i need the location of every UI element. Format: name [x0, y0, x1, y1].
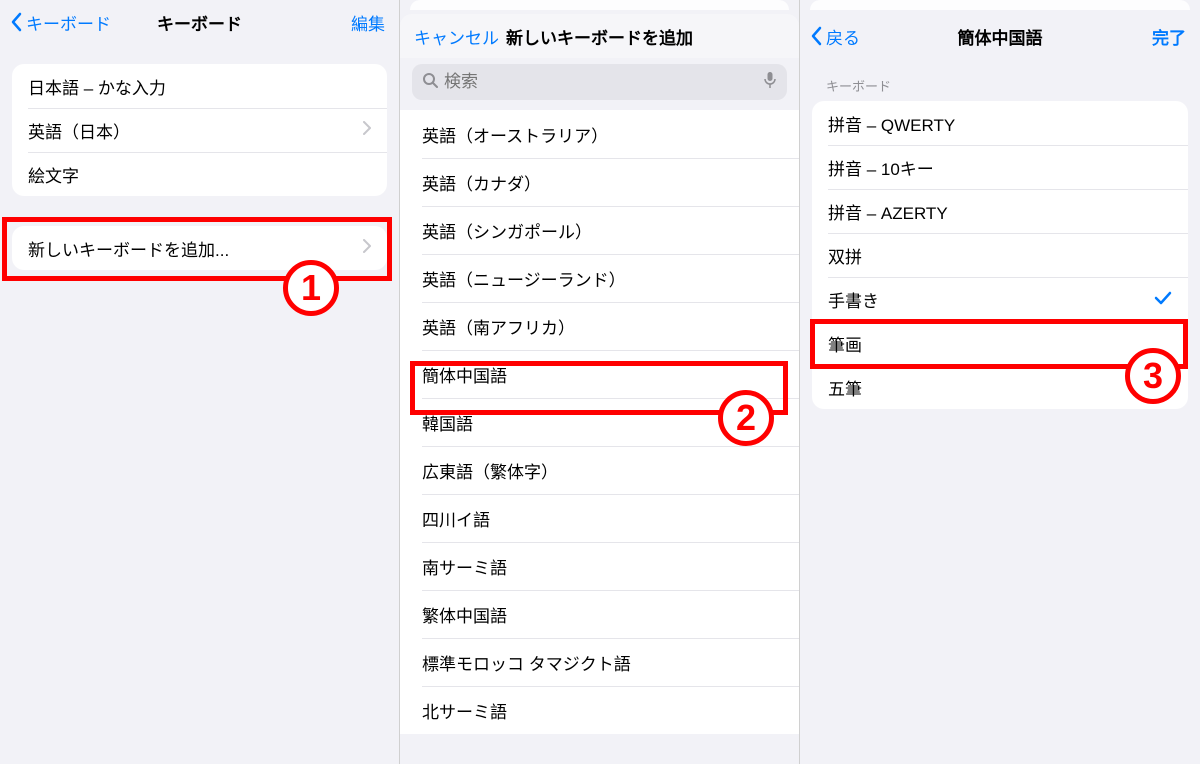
row-label: 絵文字 — [28, 162, 79, 187]
back-label: キーボード — [26, 10, 111, 35]
pane-chinese-options: 戻る 簡体中国語 完了 キーボード 拼音 – QWERTY 拼音 – 10キー … — [800, 0, 1200, 764]
lang-row[interactable]: 南サーミ語 — [400, 542, 799, 590]
row-label: 双拼 — [828, 243, 862, 268]
lang-row[interactable]: 英語（カナダ） — [400, 158, 799, 206]
chevron-right-icon — [363, 120, 371, 140]
modal-title: 新しいキーボードを追加 — [506, 24, 693, 49]
chevron-left-icon — [10, 12, 22, 32]
lang-row-simplified-chinese[interactable]: 簡体中国語 — [400, 350, 799, 398]
lang-row[interactable]: 英語（シンガポール） — [400, 206, 799, 254]
cancel-button[interactable]: キャンセル — [414, 24, 499, 49]
search-input[interactable] — [444, 72, 763, 92]
input-row-handwriting[interactable]: 手書き — [812, 277, 1188, 321]
row-label: 日本語 – かな入力 — [28, 74, 166, 99]
pane-keyboards: キーボード キーボード 編集 日本語 – かな入力 英語（日本） 絵文字 新しい… — [0, 0, 400, 764]
input-row-wubi[interactable]: 五筆 — [812, 365, 1188, 409]
nav-title: 簡体中国語 — [958, 24, 1043, 49]
nav-bar: キーボード キーボード 編集 — [0, 0, 399, 44]
lang-row[interactable]: 韓国語 — [400, 398, 799, 446]
checkmark-icon — [1154, 289, 1172, 310]
back-button[interactable]: 戻る — [810, 24, 860, 49]
row-label: 韓国語 — [422, 410, 473, 435]
chevron-left-icon — [810, 26, 822, 46]
nav-title: キーボード — [157, 10, 242, 35]
annotation-number-label: 1 — [301, 267, 321, 309]
add-keyboard-group: 新しいキーボードを追加... — [12, 226, 387, 270]
language-list: 英語（オーストラリア） 英語（カナダ） 英語（シンガポール） 英語（ニュージーラ… — [400, 110, 799, 734]
done-button[interactable]: 完了 — [1152, 24, 1186, 49]
row-label: 筆画 — [828, 331, 862, 356]
search-field[interactable] — [412, 64, 787, 100]
input-row-shuangpin[interactable]: 双拼 — [812, 233, 1188, 277]
row-label: 五筆 — [828, 375, 862, 400]
row-label: 英語（オーストラリア） — [422, 122, 608, 147]
row-label: 拼音 – AZERTY — [828, 199, 948, 224]
card-background-hint — [410, 0, 789, 10]
lang-row[interactable]: 四川イ語 — [400, 494, 799, 542]
row-label: 拼音 – 10キー — [828, 155, 934, 180]
modal-nav: キャンセル 新しいキーボードを追加 — [400, 14, 799, 58]
lang-row[interactable]: 英語（南アフリカ） — [400, 302, 799, 350]
keyboard-list: 日本語 – かな入力 英語（日本） 絵文字 — [12, 64, 387, 196]
lang-row[interactable]: 繁体中国語 — [400, 590, 799, 638]
row-label: 英語（カナダ） — [422, 170, 541, 195]
add-keyboard-row[interactable]: 新しいキーボードを追加... — [12, 226, 387, 270]
back-button[interactable]: キーボード — [10, 10, 111, 35]
pane-add-keyboard: キャンセル 新しいキーボードを追加 英語（オーストラリア） 英語（カナダ） 英語… — [400, 0, 800, 764]
nav-bar: 戻る 簡体中国語 完了 — [800, 14, 1200, 58]
row-label: 四川イ語 — [422, 506, 490, 531]
row-label: 繁体中国語 — [422, 602, 507, 627]
chevron-right-icon — [363, 238, 371, 258]
row-label: 手書き — [828, 287, 879, 312]
input-row-pinyin-qwerty[interactable]: 拼音 – QWERTY — [812, 101, 1188, 145]
lang-row[interactable]: 標準モロッコ タマジクト語 — [400, 638, 799, 686]
row-label: 南サーミ語 — [422, 554, 507, 579]
input-row-pinyin-10key[interactable]: 拼音 – 10キー — [812, 145, 1188, 189]
row-label: 広東語（繁体字） — [422, 458, 558, 483]
keyboard-row-jp-kana[interactable]: 日本語 – かな入力 — [12, 64, 387, 108]
search-icon — [422, 72, 438, 93]
row-label: 英語（日本） — [28, 118, 130, 143]
lang-row[interactable]: 広東語（繁体字） — [400, 446, 799, 494]
row-label: 拼音 – QWERTY — [828, 111, 955, 136]
row-label: 英語（シンガポール） — [422, 218, 592, 243]
keyboard-row-emoji[interactable]: 絵文字 — [12, 152, 387, 196]
mic-icon[interactable] — [763, 71, 777, 94]
section-header: キーボード — [826, 76, 1174, 95]
lang-row[interactable]: 英語（オーストラリア） — [400, 110, 799, 158]
row-label: 新しいキーボードを追加... — [28, 236, 229, 261]
keyboard-row-en-jp[interactable]: 英語（日本） — [12, 108, 387, 152]
edit-button[interactable]: 編集 — [351, 10, 385, 35]
row-label: 英語（南アフリカ） — [422, 314, 575, 339]
input-row-stroke[interactable]: 筆画 — [812, 321, 1188, 365]
input-method-list: 拼音 – QWERTY 拼音 – 10キー 拼音 – AZERTY 双拼 手書き… — [812, 101, 1188, 409]
lang-row[interactable]: 英語（ニュージーランド） — [400, 254, 799, 302]
input-row-pinyin-azerty[interactable]: 拼音 – AZERTY — [812, 189, 1188, 233]
row-label: 英語（ニュージーランド） — [422, 266, 626, 291]
back-label: 戻る — [826, 24, 860, 49]
card-background-hint — [810, 0, 1190, 10]
lang-row[interactable]: 北サーミ語 — [400, 686, 799, 734]
row-label: 標準モロッコ タマジクト語 — [422, 650, 631, 675]
row-label: 北サーミ語 — [422, 698, 507, 723]
row-label: 簡体中国語 — [422, 362, 507, 387]
